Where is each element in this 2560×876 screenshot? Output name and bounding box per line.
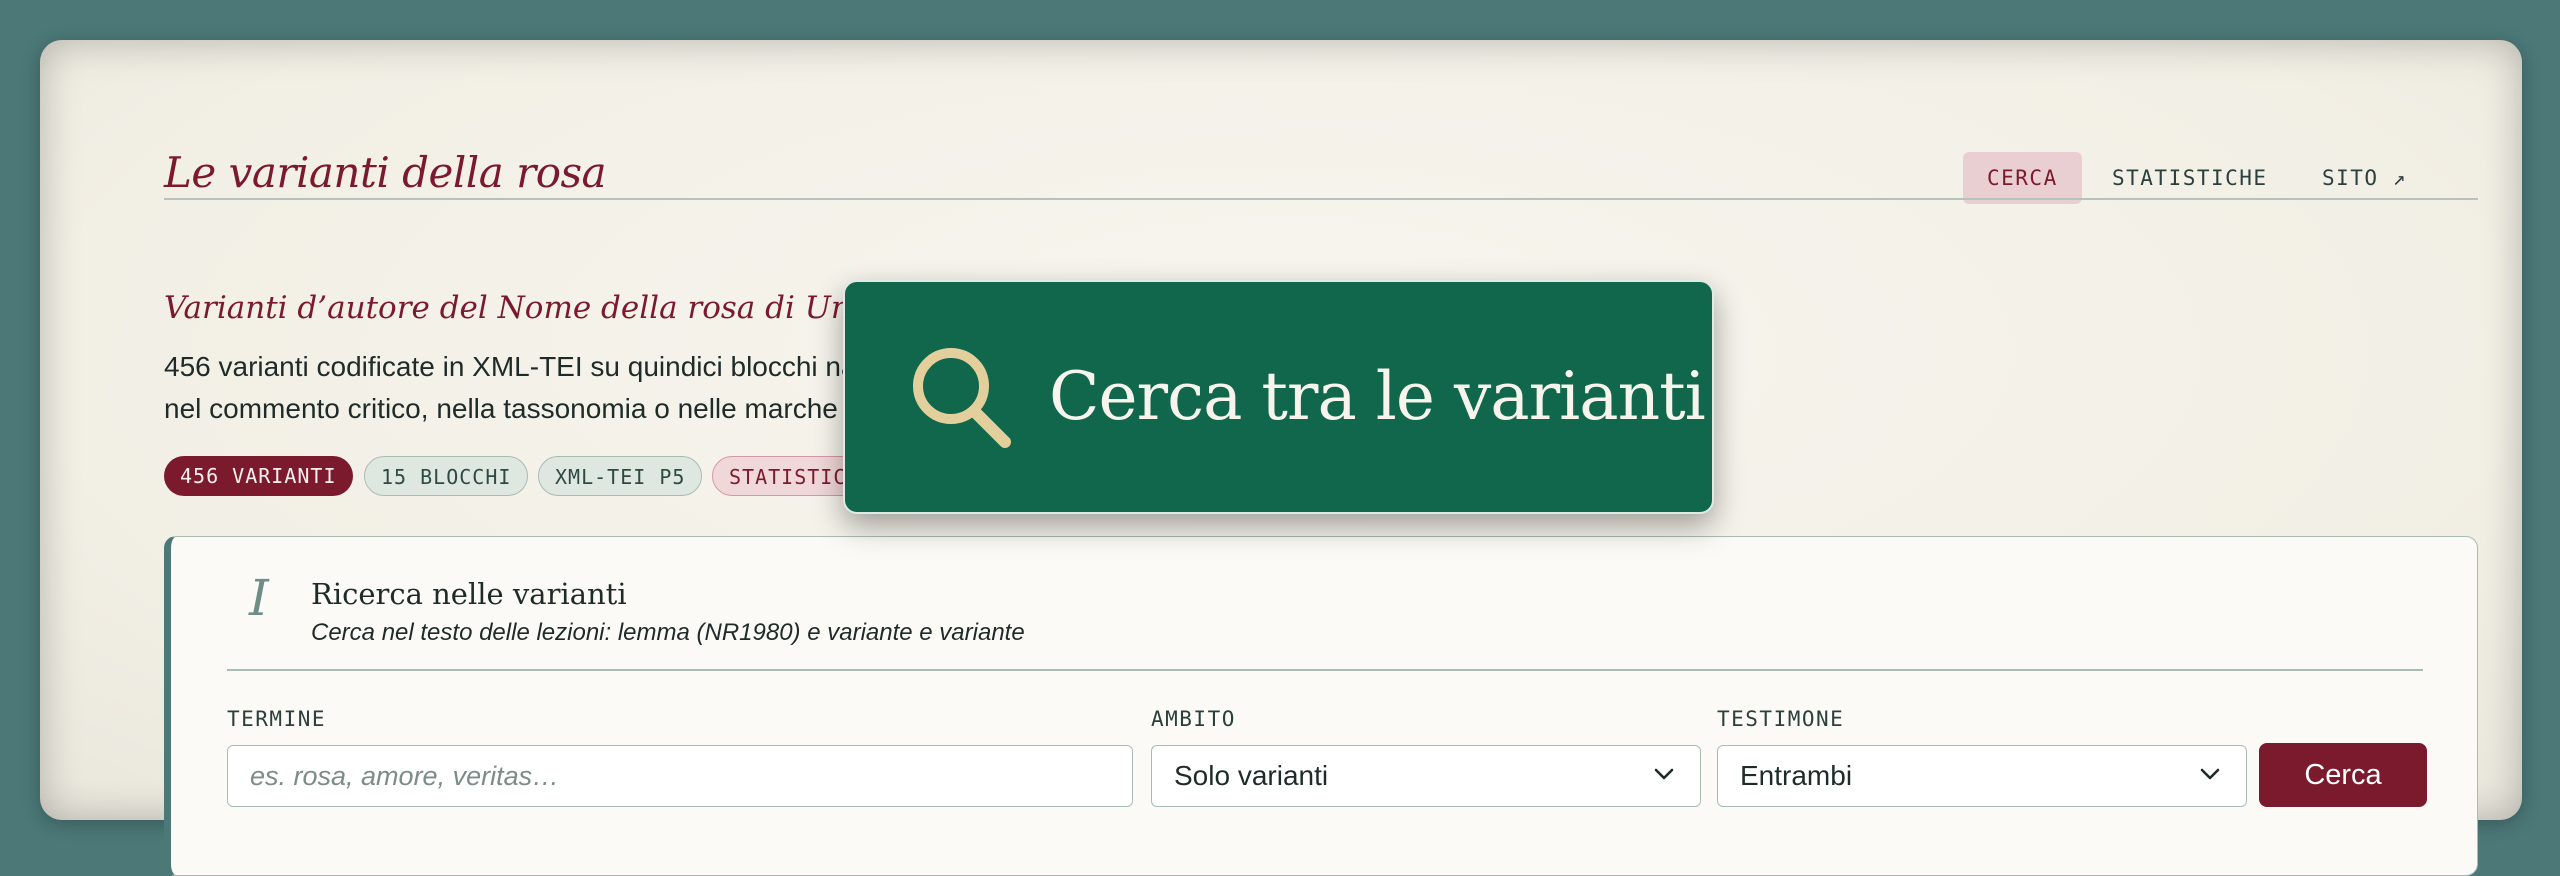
panel-title: Ricerca nelle varianti — [311, 577, 627, 611]
search-submit-button[interactable]: Cerca — [2259, 743, 2427, 807]
nav-statistiche[interactable]: STATISTICHE — [2088, 152, 2292, 204]
panel-divider — [227, 669, 2423, 671]
section-numeral: I — [249, 569, 269, 627]
testimone-value: Entrambi — [1740, 760, 1853, 791]
tag-xml-tei: XML-TEI P5 — [538, 456, 703, 496]
header-divider — [164, 198, 2478, 200]
search-panel: I Ricerca nelle varianti Cerca nel testo… — [164, 536, 2478, 876]
ambito-value: Solo varianti — [1174, 760, 1329, 791]
tag-varianti: 456 VARIANTI — [164, 456, 353, 496]
panel-hint: Cerca nel testo delle lezioni: lemma (NR… — [311, 619, 1025, 646]
testimone-label: TESTIMONE — [1717, 707, 1845, 731]
nav-sito[interactable]: SITO ↗ — [2298, 152, 2431, 204]
main-nav: CERCA STATISTICHE SITO ↗ — [40, 152, 2522, 204]
termine-label: TERMINE — [227, 707, 327, 731]
testimone-select[interactable]: Entrambi — [1717, 745, 2247, 807]
search-icon — [913, 348, 1011, 448]
nav-cerca[interactable]: CERCA — [1963, 152, 2082, 204]
chevron-down-icon — [2200, 768, 2220, 780]
ambito-label: AMBITO — [1151, 707, 1236, 731]
ambito-select[interactable]: Solo varianti — [1151, 745, 1701, 807]
search-overlay-button[interactable]: Cerca tra le varianti — [843, 280, 1714, 514]
intro-line-1: 456 varianti codificate in XML-TEI su qu… — [164, 351, 899, 382]
termine-input[interactable] — [227, 745, 1133, 807]
chevron-down-icon — [1654, 768, 1674, 780]
tag-blocchi: 15 BLOCCHI — [364, 456, 529, 496]
intro-line-2: nel commento critico, nella tassonomia o… — [164, 393, 898, 424]
overlay-label: Cerca tra le varianti — [1049, 358, 1706, 435]
